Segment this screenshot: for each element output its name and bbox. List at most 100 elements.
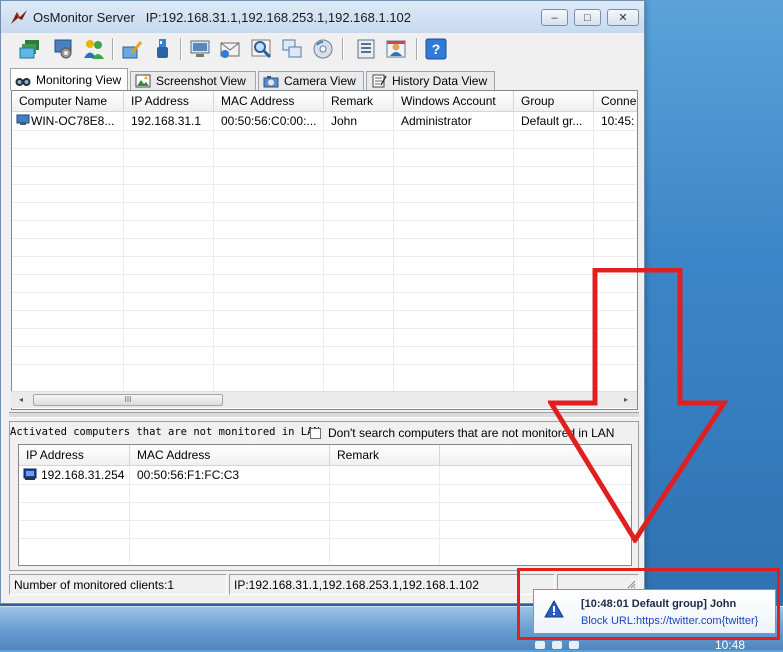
monitor-stack-icon[interactable]	[17, 36, 43, 62]
users-icon[interactable]	[81, 36, 107, 62]
tab-screenshot-view[interactable]: Screenshot View	[130, 71, 256, 90]
tab-label: Monitoring View	[36, 72, 122, 87]
column-header-computer-name[interactable]: Computer Name	[12, 91, 124, 112]
grid-line	[12, 238, 637, 239]
monitored-computers-table[interactable]: Computer Name IP Address MAC Address Rem…	[11, 90, 638, 410]
cell-group: Default gr...	[521, 114, 583, 128]
tab-label: History Data View	[392, 74, 488, 88]
tab-history-data-view[interactable]: History Data View	[366, 71, 495, 90]
column-header-ip-address[interactable]: IP Address	[124, 91, 214, 112]
title-bar[interactable]: OsMonitor Server IP:192.168.31.1,192.168…	[1, 1, 644, 33]
toolbar-separator	[416, 38, 417, 60]
grid-line	[12, 346, 637, 347]
grid-line	[12, 184, 637, 185]
cell-remark	[330, 466, 440, 484]
cell-mac-address: 00:50:56:F1:FC:C3	[137, 468, 240, 482]
grid-line	[19, 502, 631, 503]
grid-line	[12, 256, 637, 257]
minimize-icon: –	[551, 11, 558, 24]
user-card-icon[interactable]	[383, 36, 409, 62]
grid-line	[513, 112, 514, 392]
picture-icon	[135, 74, 151, 88]
tab-camera-view[interactable]: Camera View	[258, 71, 364, 90]
cell-mac-address: 00:50:56:C0:00:...	[221, 114, 317, 128]
unmonitored-computers-table[interactable]: IP Address MAC Address Remark 192.168.31…	[18, 444, 632, 566]
maximize-button[interactable]: □	[574, 9, 601, 26]
dont-search-checkbox[interactable]	[310, 428, 321, 439]
scroll-left-icon[interactable]: ◂	[14, 394, 28, 406]
usb-key-icon[interactable]	[149, 36, 175, 62]
tray-network-icon[interactable]	[552, 641, 562, 649]
window-title: OsMonitor Server IP:192.168.31.1,192.168…	[33, 10, 412, 25]
tray-flag-icon[interactable]	[535, 641, 545, 649]
column-header-group[interactable]: Group	[514, 91, 594, 112]
column-header-mac-address[interactable]: MAC Address	[130, 445, 330, 466]
binoculars-icon	[15, 77, 31, 86]
tab-monitoring-view[interactable]: Monitoring View	[10, 68, 128, 90]
toolbar-separator	[112, 38, 113, 60]
close-button[interactable]: ✕	[607, 9, 639, 26]
cell-connect-time: 10:45:	[601, 114, 635, 128]
screen-icon[interactable]	[187, 36, 213, 62]
app-bird-icon	[11, 10, 27, 24]
settings-gear-icon[interactable]	[51, 36, 77, 62]
svg-text:?: ?	[432, 41, 441, 57]
tray-volume-icon[interactable]	[569, 641, 579, 649]
tab-label: Screenshot View	[156, 74, 246, 88]
report-icon[interactable]	[353, 36, 379, 62]
close-icon: ✕	[618, 12, 628, 24]
help-icon[interactable]: ?	[423, 36, 449, 62]
tab-label: Camera View	[284, 74, 356, 88]
grid-line	[123, 112, 124, 392]
toolbar-separator	[342, 38, 343, 60]
toolbar-separator	[180, 38, 181, 60]
cell-remark: John	[331, 114, 358, 128]
grid-line	[12, 274, 637, 275]
grid-line	[19, 538, 631, 539]
grid-line	[19, 484, 631, 485]
notepad-icon	[372, 74, 387, 88]
status-ip-addresses: IP:192.168.31.1,192.168.253.1,192.168.1.…	[229, 574, 555, 595]
grid-line	[12, 148, 637, 149]
camera-icon	[263, 76, 279, 88]
column-header-ip-address[interactable]: IP Address	[19, 445, 130, 466]
grid-line	[393, 112, 394, 392]
panel-splitter[interactable]	[9, 412, 639, 418]
cell-windows-account: Administrator	[401, 114, 472, 128]
toolbar: ?	[9, 34, 639, 64]
grid-line	[12, 364, 637, 365]
disc-icon[interactable]	[310, 36, 336, 62]
cell-ip-address: 192.168.31.254	[41, 468, 125, 482]
cell-ip-address: 192.168.31.1	[131, 114, 202, 128]
horizontal-scrollbar[interactable]: ◂ III ▸	[11, 391, 637, 408]
column-header-windows-account[interactable]: Windows Account	[394, 91, 514, 112]
cell-computer-name: WIN-OC78E8...	[31, 114, 115, 128]
windows-icon[interactable]	[279, 36, 305, 62]
network-computer-icon	[23, 468, 37, 480]
column-header-connect[interactable]: Conne	[594, 91, 637, 112]
grid-line	[12, 202, 637, 203]
mail-icon[interactable]	[217, 36, 243, 62]
column-header-remark[interactable]: Remark	[330, 445, 440, 466]
grid-line	[12, 310, 637, 311]
column-header-mac-address[interactable]: MAC Address	[214, 91, 324, 112]
grid-line	[12, 292, 637, 293]
edit-group-icon[interactable]	[119, 36, 145, 62]
status-monitored-clients: Number of monitored clients:1	[9, 574, 227, 595]
red-highlight-box	[517, 568, 780, 640]
maximize-icon: □	[584, 11, 591, 24]
grid-line	[12, 220, 637, 221]
red-down-arrow-annotation	[548, 268, 728, 543]
scrollbar-thumb[interactable]: III	[33, 394, 223, 406]
taskbar-clock[interactable]: 10:48	[715, 638, 745, 652]
magnifier-icon[interactable]	[249, 36, 275, 62]
grid-line	[19, 520, 631, 521]
grid-line	[323, 112, 324, 392]
column-header-remark[interactable]: Remark	[324, 91, 394, 112]
grid-line	[12, 130, 637, 131]
lan-panel-label: Activated computers that are not monitor…	[10, 426, 320, 438]
minimize-button[interactable]: –	[541, 9, 568, 26]
grid-line	[12, 166, 637, 167]
grid-line	[213, 112, 214, 392]
view-tabs: Monitoring View Screenshot View Camera V…	[10, 68, 630, 90]
